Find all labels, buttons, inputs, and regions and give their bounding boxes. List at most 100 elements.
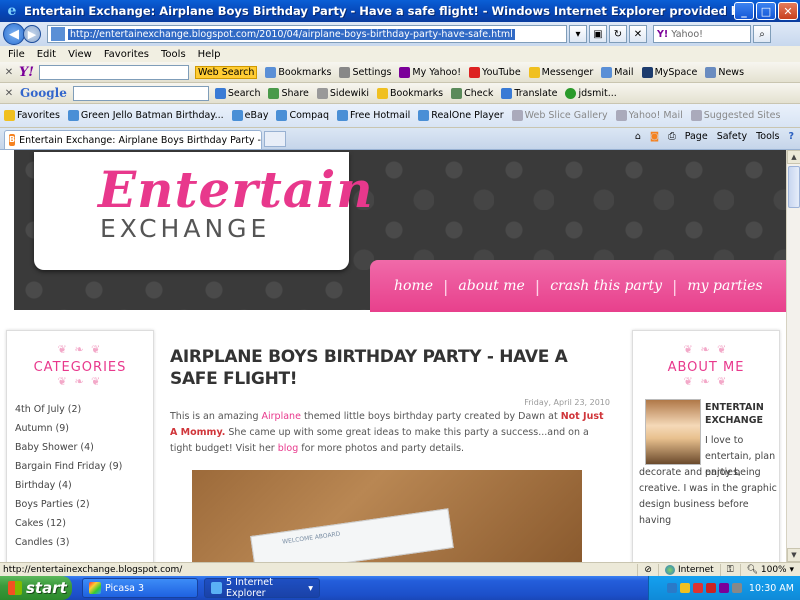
web-search-button[interactable]: Web Search [195,65,258,79]
menu-view[interactable]: View [68,49,92,60]
safety-menu[interactable]: Safety [717,131,747,142]
security-zone[interactable]: Internet [657,563,720,576]
messenger-button[interactable]: Messenger [528,66,593,78]
fav-item-green-jello[interactable]: Green Jello Batman Birthday... [67,110,224,121]
nav-crash-this-party[interactable]: crash this party [550,278,662,294]
suggested-sites-icon [690,110,702,121]
stop-button[interactable]: ✕ [629,25,647,43]
antivirus-icon[interactable] [692,583,703,593]
news-button[interactable]: News [705,66,744,78]
vertical-scrollbar[interactable]: ▲ ▼ [786,150,800,562]
minimize-button[interactable]: _ [734,2,754,20]
nav-home[interactable]: home [394,278,433,294]
google-search-label: Search [227,87,261,99]
search-button[interactable]: ⌕ [753,25,771,43]
tools-menu[interactable]: Tools [756,131,779,142]
forward-button[interactable]: ▶ [23,25,41,43]
menu-edit[interactable]: Edit [37,49,56,60]
yahoo-settings-button[interactable]: Settings [339,66,391,78]
category-link[interactable]: 4th Of July (2) [15,400,153,419]
address-input[interactable]: http://entertainexchange.blogspot.com/20… [47,25,567,43]
google-toolbar: ✕ Google Search Share Sidewiki Bookmarks… [0,83,800,104]
nav-about-me[interactable]: about me [458,278,524,294]
airplane-link[interactable]: Airplane [262,411,301,422]
profile-name[interactable]: ENTERTAIN EXCHANGE [705,401,764,427]
youtube-button[interactable]: YouTube [469,66,521,78]
new-tab-button[interactable] [264,131,286,147]
close-toolbar-icon[interactable]: ✕ [2,67,16,78]
profile-photo[interactable] [645,399,701,465]
flourish-ornament: ❦ ❧ ❦ [683,375,729,388]
category-link[interactable]: Boys Parties (2) [15,495,153,514]
category-link[interactable]: Candles (3) [15,533,153,552]
yahoo-bookmarks-button[interactable]: Bookmarks [265,66,331,78]
yahoo-tray-icon[interactable] [718,583,729,593]
fav-item-label: Suggested Sites [703,110,781,121]
tab-active[interactable]: B Entertain Exchange: Airplane Boys Birt… [4,130,262,149]
menu-favorites[interactable]: Favorites [104,49,149,60]
start-button[interactable]: start [0,576,72,600]
favorites-label: Favorites [17,110,60,121]
page-menu[interactable]: Page [685,131,708,142]
google-search-input[interactable] [72,85,209,101]
google-bookmarks-button[interactable]: Bookmarks [377,87,443,99]
close-toolbar-icon[interactable]: ✕ [2,88,16,99]
refresh-button[interactable]: ↻ [609,25,627,43]
fav-item-yahoo-mail[interactable]: Yahoo! Mail [615,110,683,121]
google-share-button[interactable]: Share [268,87,309,99]
post-title[interactable]: AIRPLANE BOYS BIRTHDAY PARTY - HAVE A SA… [170,346,610,390]
menu-file[interactable]: File [8,49,25,60]
myspace-button[interactable]: MySpace [641,66,697,78]
print-icon[interactable]: ⎙ [668,131,676,142]
home-icon[interactable]: ⌂ [635,131,641,142]
security-icon[interactable] [679,583,690,593]
zoom-control[interactable]: 🔍︎ 100% ▾ [739,563,800,576]
rss-icon[interactable]: ◙ [650,131,659,142]
google-translate-button[interactable]: Translate [501,87,557,99]
yahoo-search-input[interactable] [39,64,189,80]
search-input[interactable]: Y! Yahoo! [653,25,751,43]
scroll-down-icon[interactable]: ▼ [787,548,800,562]
menu-tools[interactable]: Tools [161,49,186,60]
popup-blocker-icon[interactable]: ⊘ [637,563,658,576]
google-account-button[interactable]: jdsmit... [565,87,617,99]
mail-button[interactable]: Mail [601,66,634,78]
taskbar-item-picasa[interactable]: Picasa 3 [82,578,198,598]
compatibility-button[interactable]: ▣ [589,25,607,43]
network-icon[interactable] [666,583,677,593]
help-icon[interactable]: ? [788,131,794,142]
clock[interactable]: 10:30 AM [749,583,794,594]
scroll-up-icon[interactable]: ▲ [787,150,800,164]
fav-item-compaq[interactable]: Compaq [276,110,329,121]
about-me-title: ABOUT ME [667,360,745,375]
google-search-button[interactable]: Search [214,87,261,99]
fav-item-realone[interactable]: RealOne Player [418,110,504,121]
category-link[interactable]: Birthday (4) [15,476,153,495]
fav-item-suggested-sites[interactable]: Suggested Sites [690,110,781,121]
fav-item-ebay[interactable]: eBay [231,110,268,121]
category-link[interactable]: Cakes (12) [15,514,153,533]
yahoo-logo[interactable]: Y! [19,65,34,80]
address-dropdown-button[interactable]: ▾ [569,25,587,43]
close-button[interactable]: ✕ [778,2,798,20]
nav-my-parties[interactable]: my parties [687,278,762,294]
my-yahoo-button[interactable]: My Yahoo! [399,66,461,78]
category-link[interactable]: Autumn (9) [15,419,153,438]
blog-link[interactable]: blog [278,443,299,454]
favorites-button[interactable]: Favorites [4,110,60,121]
google-check-button[interactable]: Check [451,87,493,99]
back-button[interactable]: ◀ [3,23,25,45]
blog-logo-card[interactable]: Entertain EXCHANGE [34,152,373,270]
maximize-button[interactable]: □ [756,2,776,20]
taskbar-item-ie[interactable]: 5 Internet Explorer ▾ [204,577,320,599]
fav-item-hotmail[interactable]: Free Hotmail [337,110,410,121]
menu-help[interactable]: Help [198,49,221,60]
protected-mode-icon[interactable]: ⚿ [719,563,740,576]
volume-icon[interactable] [731,583,742,593]
fav-item-web-slice[interactable]: Web Slice Gallery [511,110,608,121]
category-link[interactable]: Baby Shower (4) [15,438,153,457]
google-sidewiki-button[interactable]: Sidewiki [316,87,369,99]
category-link[interactable]: Bargain Find Friday (9) [15,457,153,476]
mcafee-icon[interactable] [705,583,716,593]
scroll-thumb[interactable] [788,166,800,208]
